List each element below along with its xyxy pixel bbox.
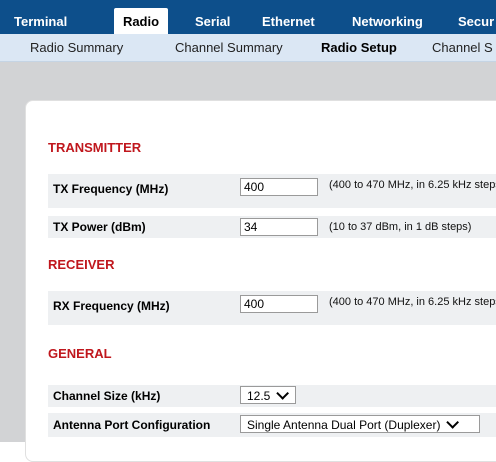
tab-security[interactable]: Secur [458, 10, 494, 34]
tab-terminal[interactable]: Terminal [14, 10, 67, 34]
row-antenna-port: Antenna Port Configuration Single Antenn… [48, 413, 496, 437]
antenna-port-label: Antenna Port Configuration [53, 418, 211, 432]
subtab-channel-summary[interactable]: Channel Summary [175, 34, 283, 61]
row-rx-frequency: RX Frequency (MHz) (400 to 470 MHz, in 6… [48, 291, 496, 325]
tx-power-input[interactable] [240, 218, 318, 236]
chevron-down-icon [276, 387, 290, 400]
tx-frequency-input[interactable] [240, 178, 318, 196]
section-general: GENERAL [48, 346, 112, 361]
subtab-radio-summary[interactable]: Radio Summary [30, 34, 123, 61]
section-transmitter: TRANSMITTER [48, 140, 142, 155]
antenna-port-select[interactable]: Single Antenna Dual Port (Duplexer) [240, 415, 480, 433]
antenna-port-value: Single Antenna Dual Port (Duplexer) [247, 418, 441, 432]
subtab-radio-setup[interactable]: Radio Setup [321, 34, 397, 61]
tx-power-hint: (10 to 37 dBm, in 1 dB steps) [329, 221, 472, 233]
row-tx-frequency: TX Frequency (MHz) (400 to 470 MHz, in 6… [48, 174, 496, 208]
row-channel-size: Channel Size (kHz) 12.5 [48, 385, 496, 407]
tab-radio[interactable]: Radio [114, 8, 168, 34]
chevron-down-icon [446, 416, 460, 429]
subtab-channel-settings[interactable]: Channel S [432, 34, 493, 61]
top-nav: Terminal Radio Serial Ethernet Networkin… [0, 0, 496, 34]
row-tx-power: TX Power (dBm) (10 to 37 dBm, in 1 dB st… [48, 216, 496, 238]
channel-size-label: Channel Size (kHz) [53, 389, 161, 403]
tab-ethernet[interactable]: Ethernet [262, 10, 315, 34]
rx-frequency-hint: (400 to 470 MHz, in 6.25 kHz steps) [329, 296, 496, 308]
rx-frequency-input[interactable] [240, 295, 318, 313]
rx-frequency-label: RX Frequency (MHz) [53, 299, 170, 313]
sub-nav: Radio Summary Channel Summary Radio Setu… [0, 34, 496, 62]
channel-size-value: 12.5 [247, 389, 271, 403]
tx-frequency-hint: (400 to 470 MHz, in 6.25 kHz steps) [329, 179, 496, 191]
tab-serial[interactable]: Serial [195, 10, 230, 34]
tx-power-label: TX Power (dBm) [53, 220, 146, 234]
tx-frequency-label: TX Frequency (MHz) [53, 182, 169, 196]
section-receiver: RECEIVER [48, 257, 115, 272]
tab-networking[interactable]: Networking [352, 10, 423, 34]
channel-size-select[interactable]: 12.5 [240, 386, 296, 404]
